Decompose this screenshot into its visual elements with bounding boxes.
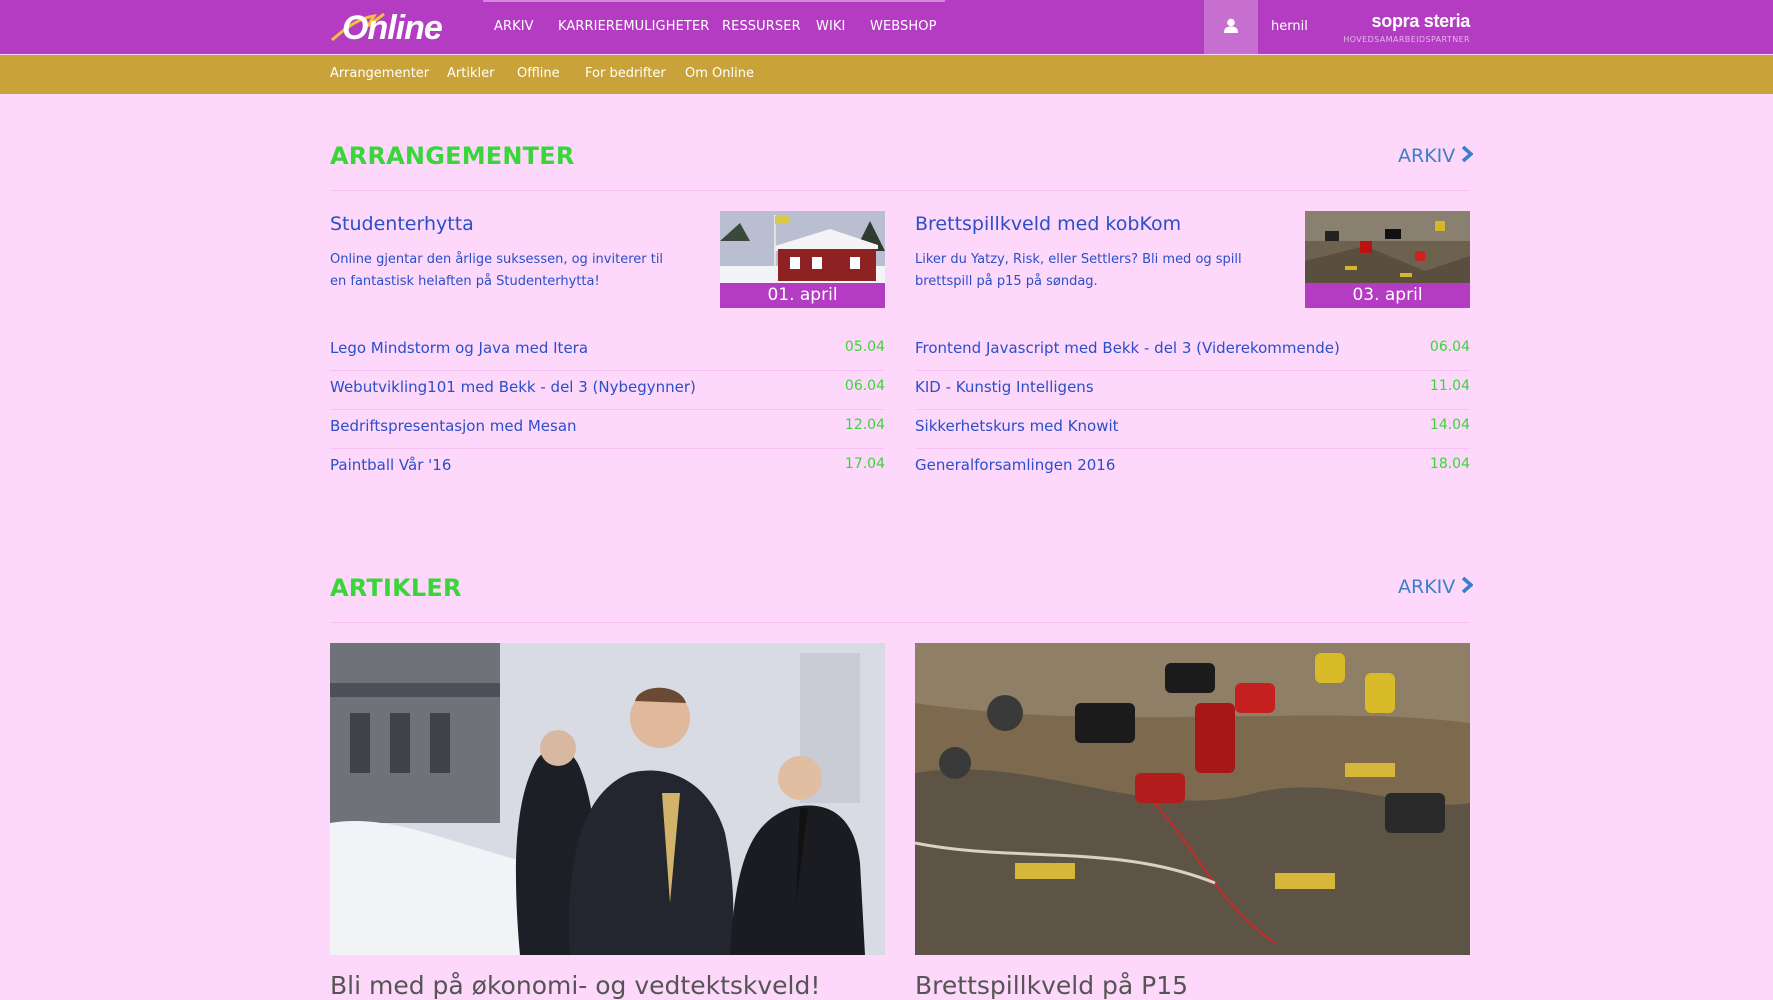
subnav-arrangementer[interactable]: Arrangementer xyxy=(330,66,429,81)
user-icon xyxy=(1224,18,1238,33)
subnav-offline[interactable]: Offline xyxy=(517,66,560,81)
event-date: 18.04 xyxy=(1429,456,1470,472)
event-title[interactable]: Generalforsamlingen 2016 xyxy=(915,456,1115,474)
nav-webshop[interactable]: WEBSHOP xyxy=(870,19,937,34)
event-title[interactable]: Webutvikling101 med Bekk - del 3 (Nybegy… xyxy=(330,378,696,396)
event-title[interactable]: Frontend Javascript med Bekk - del 3 (Vi… xyxy=(915,339,1340,357)
online-logo[interactable]: Online xyxy=(328,6,474,46)
chevron-right-icon xyxy=(1462,145,1474,163)
nav-wiki[interactable]: WIKI xyxy=(816,19,845,34)
sponsor-logo[interactable]: sopra steria HOVEDSAMARBEIDSPARTNER xyxy=(1342,11,1470,47)
event-title[interactable]: Paintball Vår '16 xyxy=(330,456,451,474)
nav-ressurser[interactable]: RESSURSER xyxy=(722,19,801,34)
articles-section-title: ARTIKLER xyxy=(330,574,462,602)
event-list-item[interactable]: Sikkerhetskurs med Knowit 14.04 xyxy=(915,409,1470,449)
nav-arkiv[interactable]: ARKIV xyxy=(494,19,534,34)
featured-event-title[interactable]: Studenterhytta xyxy=(330,213,474,235)
event-date: 17.04 xyxy=(844,456,885,472)
event-title[interactable]: KID - Kunstig Intelligens xyxy=(915,378,1094,396)
subnav-artikler[interactable]: Artikler xyxy=(447,66,494,81)
events-archive-link[interactable]: ARKIV xyxy=(1398,145,1474,167)
featured-event-date: 01. april xyxy=(720,283,885,308)
events-divider xyxy=(330,190,1470,191)
event-title[interactable]: Sikkerhetskurs med Knowit xyxy=(915,417,1119,435)
featured-event-description: Online gjentar den årlige suksessen, og … xyxy=(330,252,664,289)
articles-divider xyxy=(330,622,1470,623)
article-image[interactable] xyxy=(330,643,885,955)
featured-event-image[interactable]: 03. april xyxy=(1305,211,1470,308)
event-date: 05.04 xyxy=(844,339,885,355)
main-nav: ARKIV KARRIEREMULIGHETER RESSURSER WIKI … xyxy=(483,0,945,54)
event-date: 06.04 xyxy=(844,378,885,394)
event-title[interactable]: Bedriftspresentasjon med Mesan xyxy=(330,417,577,435)
featured-event-date: 03. april xyxy=(1305,283,1470,308)
subnav-om-online[interactable]: Om Online xyxy=(685,66,754,81)
events-section-title: ARRANGEMENTER xyxy=(330,142,575,170)
event-list-item[interactable]: Paintball Vår '16 17.04 xyxy=(330,448,885,487)
articles-archive-link[interactable]: ARKIV xyxy=(1398,576,1474,598)
event-list-item[interactable]: Webutvikling101 med Bekk - del 3 (Nybegy… xyxy=(330,370,885,410)
event-date: 14.04 xyxy=(1429,417,1470,433)
sponsor-subtitle: HOVEDSAMARBEIDSPARTNER xyxy=(1343,35,1470,44)
featured-event-title[interactable]: Brettspillkveld med kobKom xyxy=(915,213,1181,235)
event-date: 06.04 xyxy=(1429,339,1470,355)
event-date: 12.04 xyxy=(844,417,885,433)
chevron-right-icon xyxy=(1462,576,1474,594)
event-list-item[interactable]: Lego Mindstorm og Java med Itera 05.04 xyxy=(330,331,885,371)
boardgame-closeup-photo xyxy=(915,643,1470,955)
logo-text: Online xyxy=(342,9,442,46)
featured-event-image[interactable]: 01. april xyxy=(720,211,885,308)
event-list-item[interactable]: Generalforsamlingen 2016 18.04 xyxy=(915,448,1470,487)
sub-navbar: Arrangementer Artikler Offline For bedri… xyxy=(0,55,1773,94)
subnav-for-bedrifter[interactable]: For bedrifter xyxy=(585,66,666,81)
user-menu-button[interactable] xyxy=(1204,0,1258,54)
event-date: 11.04 xyxy=(1429,378,1470,394)
sponsor-name: sopra steria xyxy=(1371,11,1471,31)
article-image[interactable] xyxy=(915,643,1470,955)
event-list-item[interactable]: Frontend Javascript med Bekk - del 3 (Vi… xyxy=(915,331,1470,371)
nav-karrieremuligheter[interactable]: KARRIEREMULIGHETER xyxy=(558,19,709,34)
article-title[interactable]: Brettspillkveld på P15 xyxy=(915,971,1188,1000)
events-archive-label: ARKIV xyxy=(1398,145,1456,167)
event-title[interactable]: Lego Mindstorm og Java med Itera xyxy=(330,339,588,357)
event-list-item[interactable]: KID - Kunstig Intelligens 11.04 xyxy=(915,370,1470,410)
username-link[interactable]: hernil xyxy=(1271,19,1308,34)
top-navbar: Online ARKIV KARRIEREMULIGHETER RESSURSE… xyxy=(0,0,1773,54)
article-title[interactable]: Bli med på økonomi- og vedtektskveld! xyxy=(330,971,820,1000)
event-list-item[interactable]: Bedriftspresentasjon med Mesan 12.04 xyxy=(330,409,885,449)
people-street-photo xyxy=(330,643,885,955)
articles-archive-label: ARKIV xyxy=(1398,576,1456,598)
featured-event-description: Liker du Yatzy, Risk, eller Settlers? Bl… xyxy=(915,252,1242,289)
